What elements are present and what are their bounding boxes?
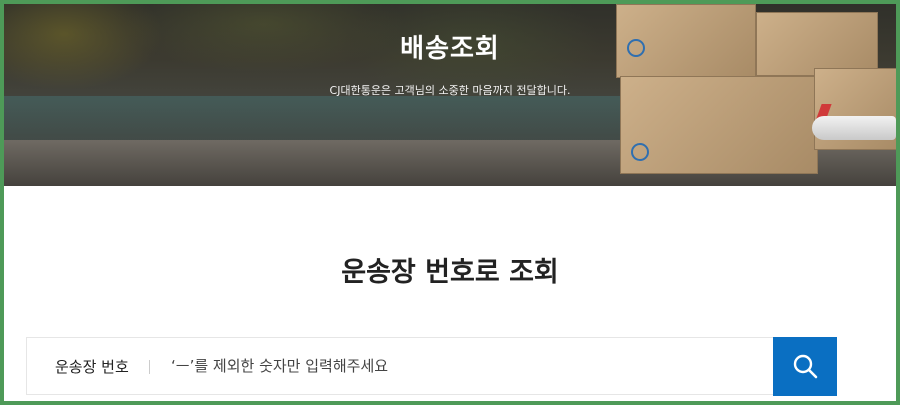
search-icon <box>793 354 818 379</box>
hero-banner: 배송조회 CJ대한통운은 고객님의 소중한 마음까지 전달합니다. <box>4 4 896 186</box>
airplane-model-image <box>812 116 896 140</box>
search-button[interactable] <box>773 337 837 396</box>
page-subtitle: CJ대한통운은 고객님의 소중한 마음까지 전달합니다. <box>329 84 571 97</box>
cj-logo-mark <box>631 143 649 161</box>
tracking-number-input[interactable] <box>171 348 761 384</box>
label-divider <box>149 360 150 374</box>
hero-background-water <box>4 96 624 140</box>
page-title: 배송조회 <box>400 34 500 64</box>
tracking-number-label: 운송장 번호 <box>55 358 129 376</box>
section-title: 운송장 번호로 조회 <box>341 257 559 288</box>
tracking-search-bar: 운송장 번호 <box>26 337 837 396</box>
